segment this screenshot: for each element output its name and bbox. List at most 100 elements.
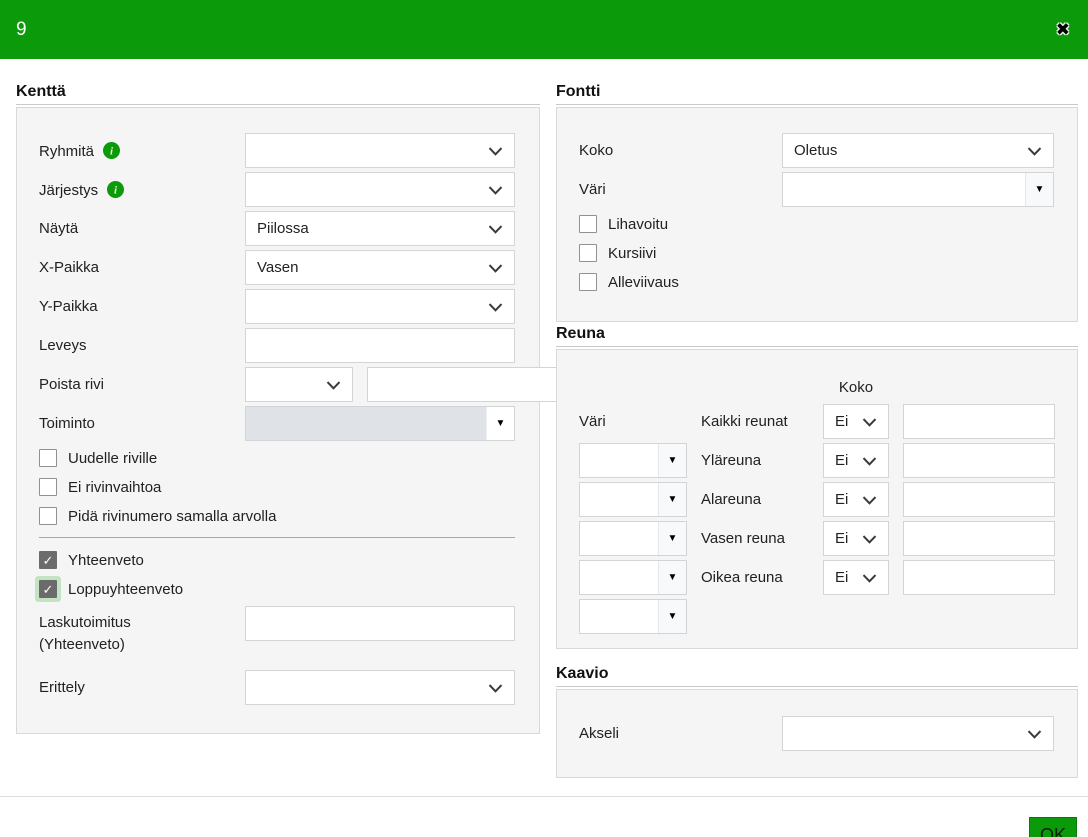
reuna-color-combobox[interactable]: ▼ (579, 560, 687, 595)
checkbox[interactable] (39, 551, 57, 569)
reuna-color-combobox[interactable]: ▼ (579, 599, 687, 634)
reuna-color-combobox[interactable]: ▼ (579, 482, 687, 517)
reuna-row-label: Kaikki reunat (701, 413, 809, 430)
checkbox[interactable] (39, 478, 57, 496)
info-icon[interactable]: i (107, 181, 124, 198)
checkbox-label: Kursiivi (608, 245, 656, 262)
reuna-panel: Koko Väri Kaikki reunat Ei ▼ Yläreuna Ei (556, 349, 1078, 649)
reuna-size-input[interactable] (903, 443, 1055, 478)
divider (39, 537, 515, 538)
reuna-row-label: Alareuna (701, 491, 809, 508)
leveys-label: Leveys (39, 337, 245, 354)
fontti-heading: Fontti (556, 83, 1078, 105)
laskutoimitus-label: Laskutoimitus (Yhteenveto) (39, 606, 245, 656)
yhteenveto-checkbox-row[interactable]: Yhteenveto (39, 551, 515, 569)
leveys-input[interactable] (245, 328, 515, 363)
jarjestys-select[interactable] (245, 172, 515, 207)
pida-rivinumero-checkbox-row[interactable]: Pidä rivinumero samalla arvolla (39, 507, 515, 525)
close-icon[interactable]: ✖ (1056, 21, 1070, 38)
checkbox-label: Yhteenveto (68, 552, 144, 569)
modal-header: 9 ✖ (0, 0, 1088, 59)
kursiivi-checkbox-row[interactable]: Kursiivi (579, 244, 1054, 262)
checkbox[interactable] (39, 449, 57, 467)
nayta-select[interactable]: Piilossa (245, 211, 515, 246)
reuna-color-column-header: Väri (579, 409, 687, 435)
reuna-color-field[interactable] (580, 444, 658, 477)
y-paikka-select[interactable] (245, 289, 515, 324)
checkbox[interactable] (39, 507, 57, 525)
reuna-row-label: Vasen reuna (701, 530, 809, 547)
toiminto-label: Toiminto (39, 415, 245, 432)
x-paikka-select[interactable]: Vasen (245, 250, 515, 285)
erittely-select[interactable] (245, 670, 515, 705)
reuna-size-input[interactable] (903, 560, 1055, 595)
reuna-style-select[interactable]: Ei (823, 443, 889, 478)
reuna-style-select[interactable]: Ei (823, 560, 889, 595)
modal-footer: OK (0, 796, 1088, 837)
checkbox[interactable] (579, 244, 597, 262)
koko-label: Koko (579, 142, 782, 159)
poista-rivi-input[interactable] (367, 367, 588, 402)
reuna-color-combobox[interactable]: ▼ (579, 443, 687, 478)
reuna-style-select[interactable]: Ei (823, 404, 889, 439)
checkbox-label: Uudelle riville (68, 450, 157, 467)
checkbox-label: Ei rivinvaihtoa (68, 479, 161, 496)
ryhmita-select[interactable] (245, 133, 515, 168)
x-paikka-label: X-Paikka (39, 259, 245, 276)
kentta-panel: Ryhmitä i Järjestys i Näy (16, 107, 540, 734)
dropdown-triangle-icon[interactable]: ▼ (658, 561, 686, 594)
akseli-label: Akseli (579, 725, 782, 742)
info-icon[interactable]: i (103, 142, 120, 159)
dropdown-triangle-icon[interactable]: ▼ (658, 600, 686, 633)
modal-title: 9 (16, 19, 27, 41)
laskutoimitus-input[interactable] (245, 606, 515, 641)
y-paikka-label: Y-Paikka (39, 298, 245, 315)
poista-rivi-label: Poista rivi (39, 376, 245, 393)
reuna-color-combobox[interactable]: ▼ (579, 521, 687, 556)
alleviivaus-checkbox-row[interactable]: Alleviivaus (579, 273, 1054, 291)
vari-label: Väri (579, 181, 782, 198)
ei-rivinvaihtoa-checkbox-row[interactable]: Ei rivinvaihtoa (39, 478, 515, 496)
poista-rivi-select[interactable] (245, 367, 353, 402)
toiminto-field (246, 407, 486, 440)
akseli-select[interactable] (782, 716, 1054, 751)
ryhmita-label: Ryhmitä i (39, 142, 245, 160)
reuna-size-input[interactable] (903, 521, 1055, 556)
reuna-size-input[interactable] (903, 482, 1055, 517)
reuna-color-field[interactable] (580, 522, 658, 555)
checkbox[interactable] (579, 215, 597, 233)
dropdown-triangle-icon[interactable]: ▼ (658, 444, 686, 477)
checkbox-label: Loppuyhteenveto (68, 581, 183, 598)
reuna-style-select[interactable]: Ei (823, 521, 889, 556)
reuna-size-column-header: Koko (823, 374, 889, 400)
koko-select[interactable]: Oletus (782, 133, 1054, 168)
dropdown-triangle-icon[interactable]: ▼ (658, 522, 686, 555)
jarjestys-label: Järjestys i (39, 181, 245, 199)
vari-color-field[interactable] (783, 173, 1025, 206)
reuna-color-field[interactable] (580, 561, 658, 594)
checkbox[interactable] (579, 273, 597, 291)
checkbox-label: Pidä rivinumero samalla arvolla (68, 508, 276, 525)
kentta-heading: Kenttä (16, 83, 540, 105)
reuna-heading: Reuna (556, 325, 1078, 347)
reuna-row-label: Yläreuna (701, 452, 809, 469)
uudelle-riville-checkbox-row[interactable]: Uudelle riville (39, 449, 515, 467)
ok-button[interactable]: OK (1029, 817, 1077, 837)
lihavoitu-checkbox-row[interactable]: Lihavoitu (579, 215, 1054, 233)
kaavio-panel: Akseli (556, 689, 1078, 778)
fontti-panel: Koko Oletus Väri ▼ Lihavoitu (556, 107, 1078, 322)
nayta-label: Näytä (39, 220, 245, 237)
reuna-size-input[interactable] (903, 404, 1055, 439)
reuna-color-field[interactable] (580, 483, 658, 516)
dropdown-triangle-icon[interactable]: ▼ (658, 483, 686, 516)
checkbox[interactable] (39, 580, 57, 598)
reuna-row-label: Oikea reuna (701, 569, 809, 586)
loppuyhteenveto-checkbox-row[interactable]: Loppuyhteenveto (39, 580, 515, 598)
reuna-style-select[interactable]: Ei (823, 482, 889, 517)
dropdown-triangle-icon[interactable]: ▼ (486, 407, 514, 440)
vari-color-combobox[interactable]: ▼ (782, 172, 1054, 207)
dropdown-triangle-icon[interactable]: ▼ (1025, 173, 1053, 206)
kaavio-heading: Kaavio (556, 665, 1078, 687)
reuna-color-field[interactable] (580, 600, 658, 633)
checkbox-label: Alleviivaus (608, 274, 679, 291)
